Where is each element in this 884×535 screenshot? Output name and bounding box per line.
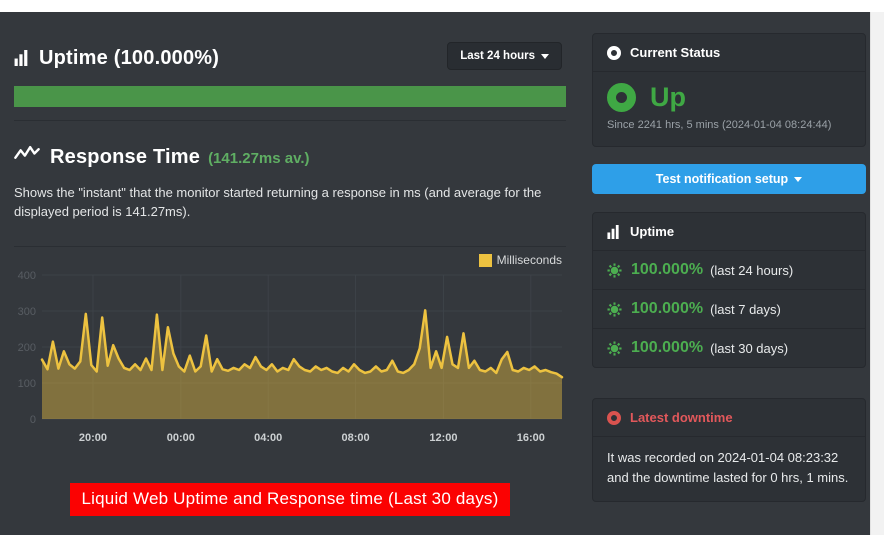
uptime-stat-row: 100.000% (last 30 days) [593,329,865,367]
scrollbar[interactable] [870,12,884,535]
test-notification-label: Test notification setup [655,172,789,186]
uptime-stats-header: Uptime [593,213,865,251]
uptime-period: (last 24 hours) [710,262,794,278]
latest-downtime-text: It was recorded on 2024-01-04 08:23:32 a… [607,450,849,485]
time-range-dropdown[interactable]: Last 24 hours [447,42,562,70]
latest-downtime-panel: Latest downtime It was recorded on 2024-… [592,398,866,502]
downtime-ring-icon [607,410,621,425]
uptime-stats-title: Uptime [630,224,675,239]
section-divider [14,120,566,121]
response-time-title: Response Time [50,146,201,168]
time-range-label: Last 24 hours [460,50,535,62]
chart-legend: Milliseconds [478,253,562,267]
uptime-stat-row: 100.000% (last 7 days) [593,290,865,329]
current-status-header: Current Status [593,34,865,72]
status-page: Uptime (100.000%) Last 24 hours Response… [0,0,884,535]
svg-text:12:00: 12:00 [429,432,457,444]
response-time-chart-svg: 0 100 200 300 400 20:00 00:00 04:00 08:00 12:00 16… [18,270,564,444]
bar-chart-icon [607,224,620,239]
current-status-title: Current Status [630,45,721,60]
section-divider [14,246,566,247]
latest-downtime-header: Latest downtime [593,399,865,437]
svg-text:200: 200 [18,342,36,354]
uptime-period: (last 7 days) [710,301,781,317]
test-notification-button[interactable]: Test notification setup [592,164,866,194]
svg-text:16:00: 16:00 [517,432,545,444]
svg-text:100: 100 [18,378,36,390]
current-status-panel: Current Status Up Since 2241 hrs, 5 mins… [592,33,866,147]
svg-text:400: 400 [18,270,36,282]
main-column: Uptime (100.000%) Last 24 hours Response… [14,12,566,535]
svg-text:20:00: 20:00 [79,432,107,444]
current-status-body: Up Since 2241 hrs, 5 mins (2024-01-04 08… [593,72,865,139]
banner-row: Liquid Web Uptime and Response time (Las… [14,483,566,516]
uptime-title: Uptime (100.000%) [39,46,220,69]
dashboard-background: Uptime (100.000%) Last 24 hours Response… [0,12,870,535]
svg-text:00:00: 00:00 [167,432,195,444]
status-value: Up [650,82,686,112]
status-ring-icon [607,45,621,60]
status-since-text: Since 2241 hrs, 5 mins (2024-01-04 08:24… [607,119,832,131]
line-chart-icon [14,144,40,163]
bar-chart-icon [14,50,29,66]
uptime-section-header: Uptime (100.000%) Last 24 hours [14,40,566,76]
sun-icon [607,262,622,278]
uptime-stats-panel: Uptime 100.000% (last 24 hours) 100.000%… [592,212,866,368]
uptime-percentage: 100.000% [631,261,704,278]
chevron-down-icon [794,176,803,182]
sun-icon [607,340,622,356]
response-time-section-header: Response Time (141.27ms av.) [14,144,310,169]
latest-downtime-title: Latest downtime [630,410,733,425]
svg-text:300: 300 [18,306,36,318]
uptime-progress-bar [14,86,566,107]
uptime-period: (last 30 days) [710,340,789,356]
chevron-down-icon [541,53,549,59]
response-time-description: Shows the "instant" that the monitor sta… [14,185,542,219]
sun-icon [607,301,622,317]
legend-color-swatch [478,253,492,267]
uptime-percentage: 100.000% [631,300,704,317]
response-time-average: (141.27ms av.) [208,150,310,167]
svg-text:08:00: 08:00 [341,432,369,444]
annotation-banner: Liquid Web Uptime and Response time (Las… [69,483,511,516]
response-time-chart[interactable]: 0 100 200 300 400 20:00 00:00 04:00 08:00 12:00 16… [14,269,566,451]
up-status-icon [607,83,636,112]
uptime-percentage: 100.000% [631,339,704,356]
svg-text:04:00: 04:00 [254,432,282,444]
legend-label: Milliseconds [496,253,562,267]
uptime-stat-row: 100.000% (last 24 hours) [593,251,865,290]
svg-text:0: 0 [30,414,36,426]
